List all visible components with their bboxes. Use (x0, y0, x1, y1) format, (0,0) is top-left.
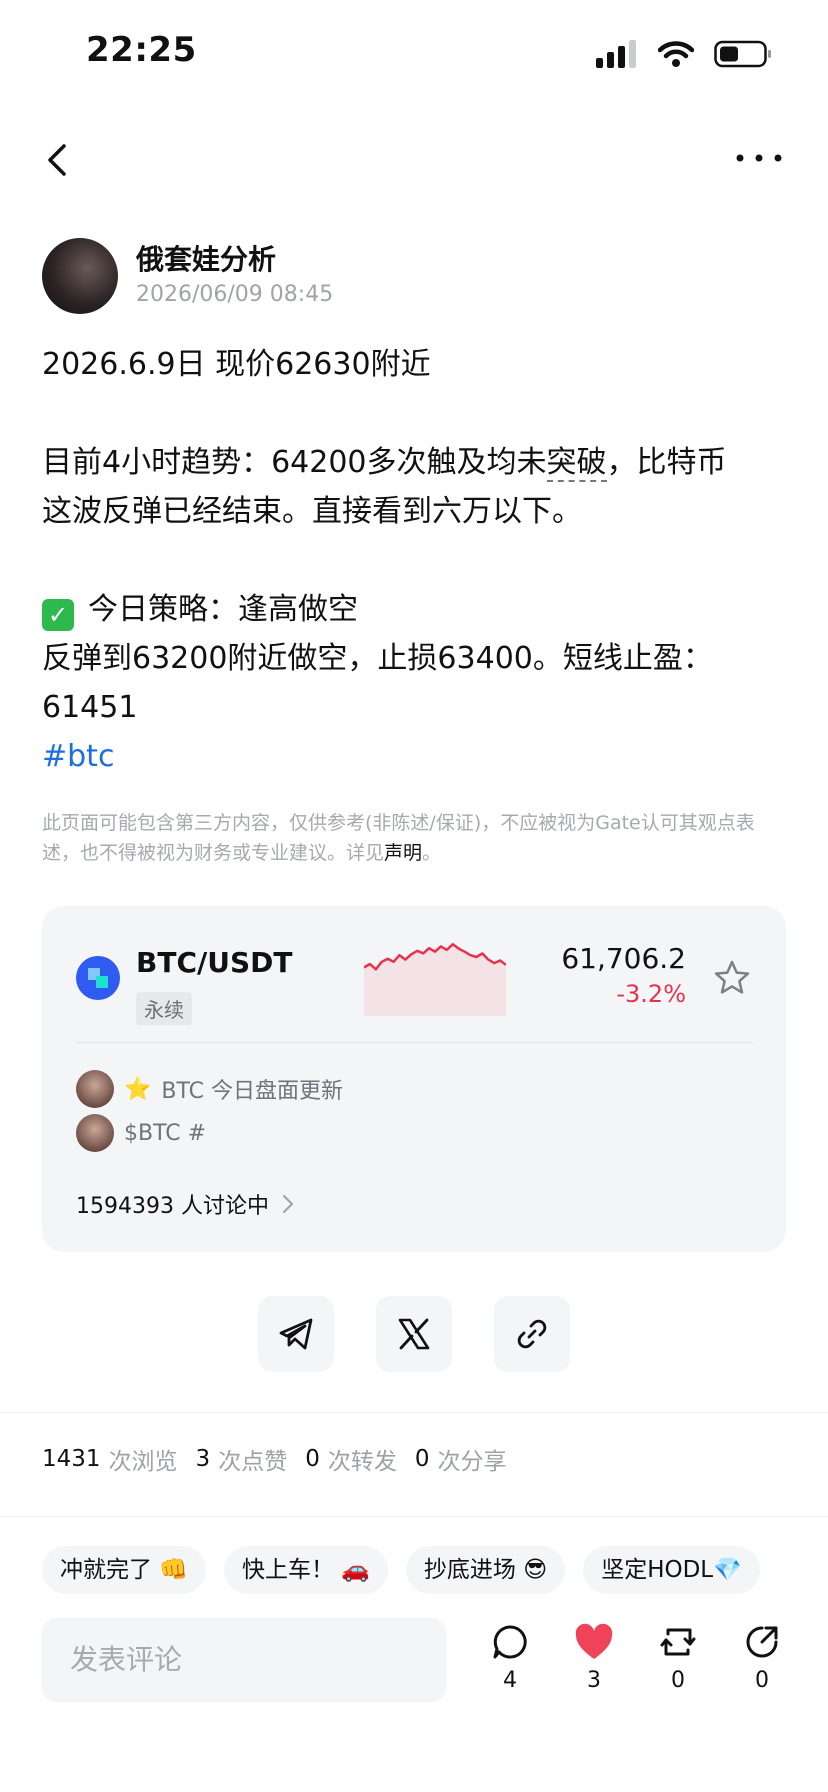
comment-button[interactable]: 4 (480, 1622, 540, 1693)
post-timestamp: 2026/06/09 08:45 (136, 282, 334, 307)
hashtag-link[interactable]: #btc (42, 732, 782, 781)
post-stats: 1431 次浏览 3 次点赞 0 次转发 0 次分享 (42, 1446, 507, 1475)
price-sparkline (364, 942, 506, 1016)
post-line-conclusion: 这波反弹已经结束。直接看到六万以下。 (42, 494, 582, 529)
topic-text: $BTC # (124, 1120, 207, 1146)
repost-icon (660, 1628, 696, 1656)
disclaimer-link[interactable]: 声明 (384, 842, 422, 864)
coin-logo-icon (76, 956, 120, 1000)
disclaimer: 此页面可能包含第三方内容，仅供参考(非陈述/保证)，不应被视为Gate认可其观点… (42, 812, 755, 864)
perpetual-tag: 永续 (136, 992, 192, 1025)
post-line-price: 2026.6.9日 现价62630附近 (42, 347, 431, 382)
more-options-icon[interactable] (734, 148, 784, 168)
favorite-star-icon[interactable] (712, 958, 752, 998)
market-card[interactable]: BTC/USDT 永续 61,706.2 -3.2% ⭐ BTC 今日盘面更新 … (42, 906, 786, 1252)
back-arrow-icon[interactable] (40, 140, 80, 180)
status-icons (596, 40, 772, 68)
signal-icon (596, 40, 636, 68)
star-emoji-icon: ⭐ (124, 1076, 152, 1102)
like-button[interactable]: 3 (564, 1622, 624, 1693)
market-price: 61,706.2 (561, 942, 686, 975)
comment-bubble-icon (493, 1625, 527, 1659)
quick-reply-chip[interactable]: 坚定HODL💎 (583, 1546, 760, 1594)
link-icon (517, 1319, 547, 1349)
check-mark-icon: ✓ (42, 599, 74, 631)
quick-reply-chip[interactable]: 冲就完了 👊 (42, 1546, 206, 1594)
topic-item[interactable]: $BTC # (76, 1114, 206, 1152)
card-divider (76, 1042, 754, 1043)
chevron-right-icon (282, 1195, 293, 1213)
share-buttons (0, 1296, 828, 1372)
status-time: 22:25 (86, 30, 197, 70)
x-logo-icon (398, 1318, 430, 1350)
share-button[interactable]: 0 (732, 1622, 792, 1693)
dotted-underline-word: 突破 (546, 445, 607, 482)
post-content: 2026.6.9日 现价62630附近 目前4小时趋势：64200多次触及均未突… (42, 340, 782, 781)
trading-pair: BTC/USDT (136, 946, 293, 979)
post-line-strategy-detail: 反弹到63200附近做空，止损63400。短线止盈： (42, 641, 713, 676)
quick-reply-chip[interactable]: 快上车！ 🚗 (223, 1546, 388, 1594)
share-arrow-icon (746, 1626, 778, 1658)
post-line-target: 61451 (42, 690, 138, 725)
topic-text: BTC 今日盘面更新 (161, 1079, 344, 1104)
share-x-button[interactable] (376, 1296, 452, 1372)
discussion-count-link[interactable]: 1594393 人讨论中 (76, 1188, 295, 1220)
author-avatar[interactable] (42, 238, 118, 314)
copy-link-button[interactable] (494, 1296, 570, 1372)
comment-input[interactable]: 发表评论 (42, 1618, 446, 1702)
topic-avatar (76, 1114, 114, 1152)
top-nav (0, 130, 828, 190)
wifi-icon (658, 41, 694, 67)
telegram-icon (279, 1318, 313, 1350)
post-line-trend: 目前4小时趋势：64200多次触及均未突破，比特币 (42, 445, 727, 482)
heart-icon (575, 1623, 613, 1659)
price-change: -3.2% (616, 980, 686, 1008)
divider (0, 1412, 828, 1413)
post-line-strategy: ✓ 今日策略：逢高做空 (42, 585, 782, 634)
quick-reply-chip[interactable]: 抄底进场 😎 (405, 1546, 566, 1594)
battery-icon (714, 40, 771, 68)
quick-reply-chips: 冲就完了 👊 快上车！ 🚗 抄底进场 😎 坚定HODL💎 (42, 1546, 760, 1594)
share-telegram-button[interactable] (258, 1296, 334, 1372)
topic-item[interactable]: ⭐ BTC 今日盘面更新 (76, 1070, 343, 1108)
author-name[interactable]: 俄套娃分析 (136, 238, 276, 278)
status-bar: 22:25 (0, 0, 828, 100)
divider (0, 1516, 828, 1517)
topic-avatar (76, 1070, 114, 1108)
repost-button[interactable]: 0 (648, 1622, 708, 1693)
